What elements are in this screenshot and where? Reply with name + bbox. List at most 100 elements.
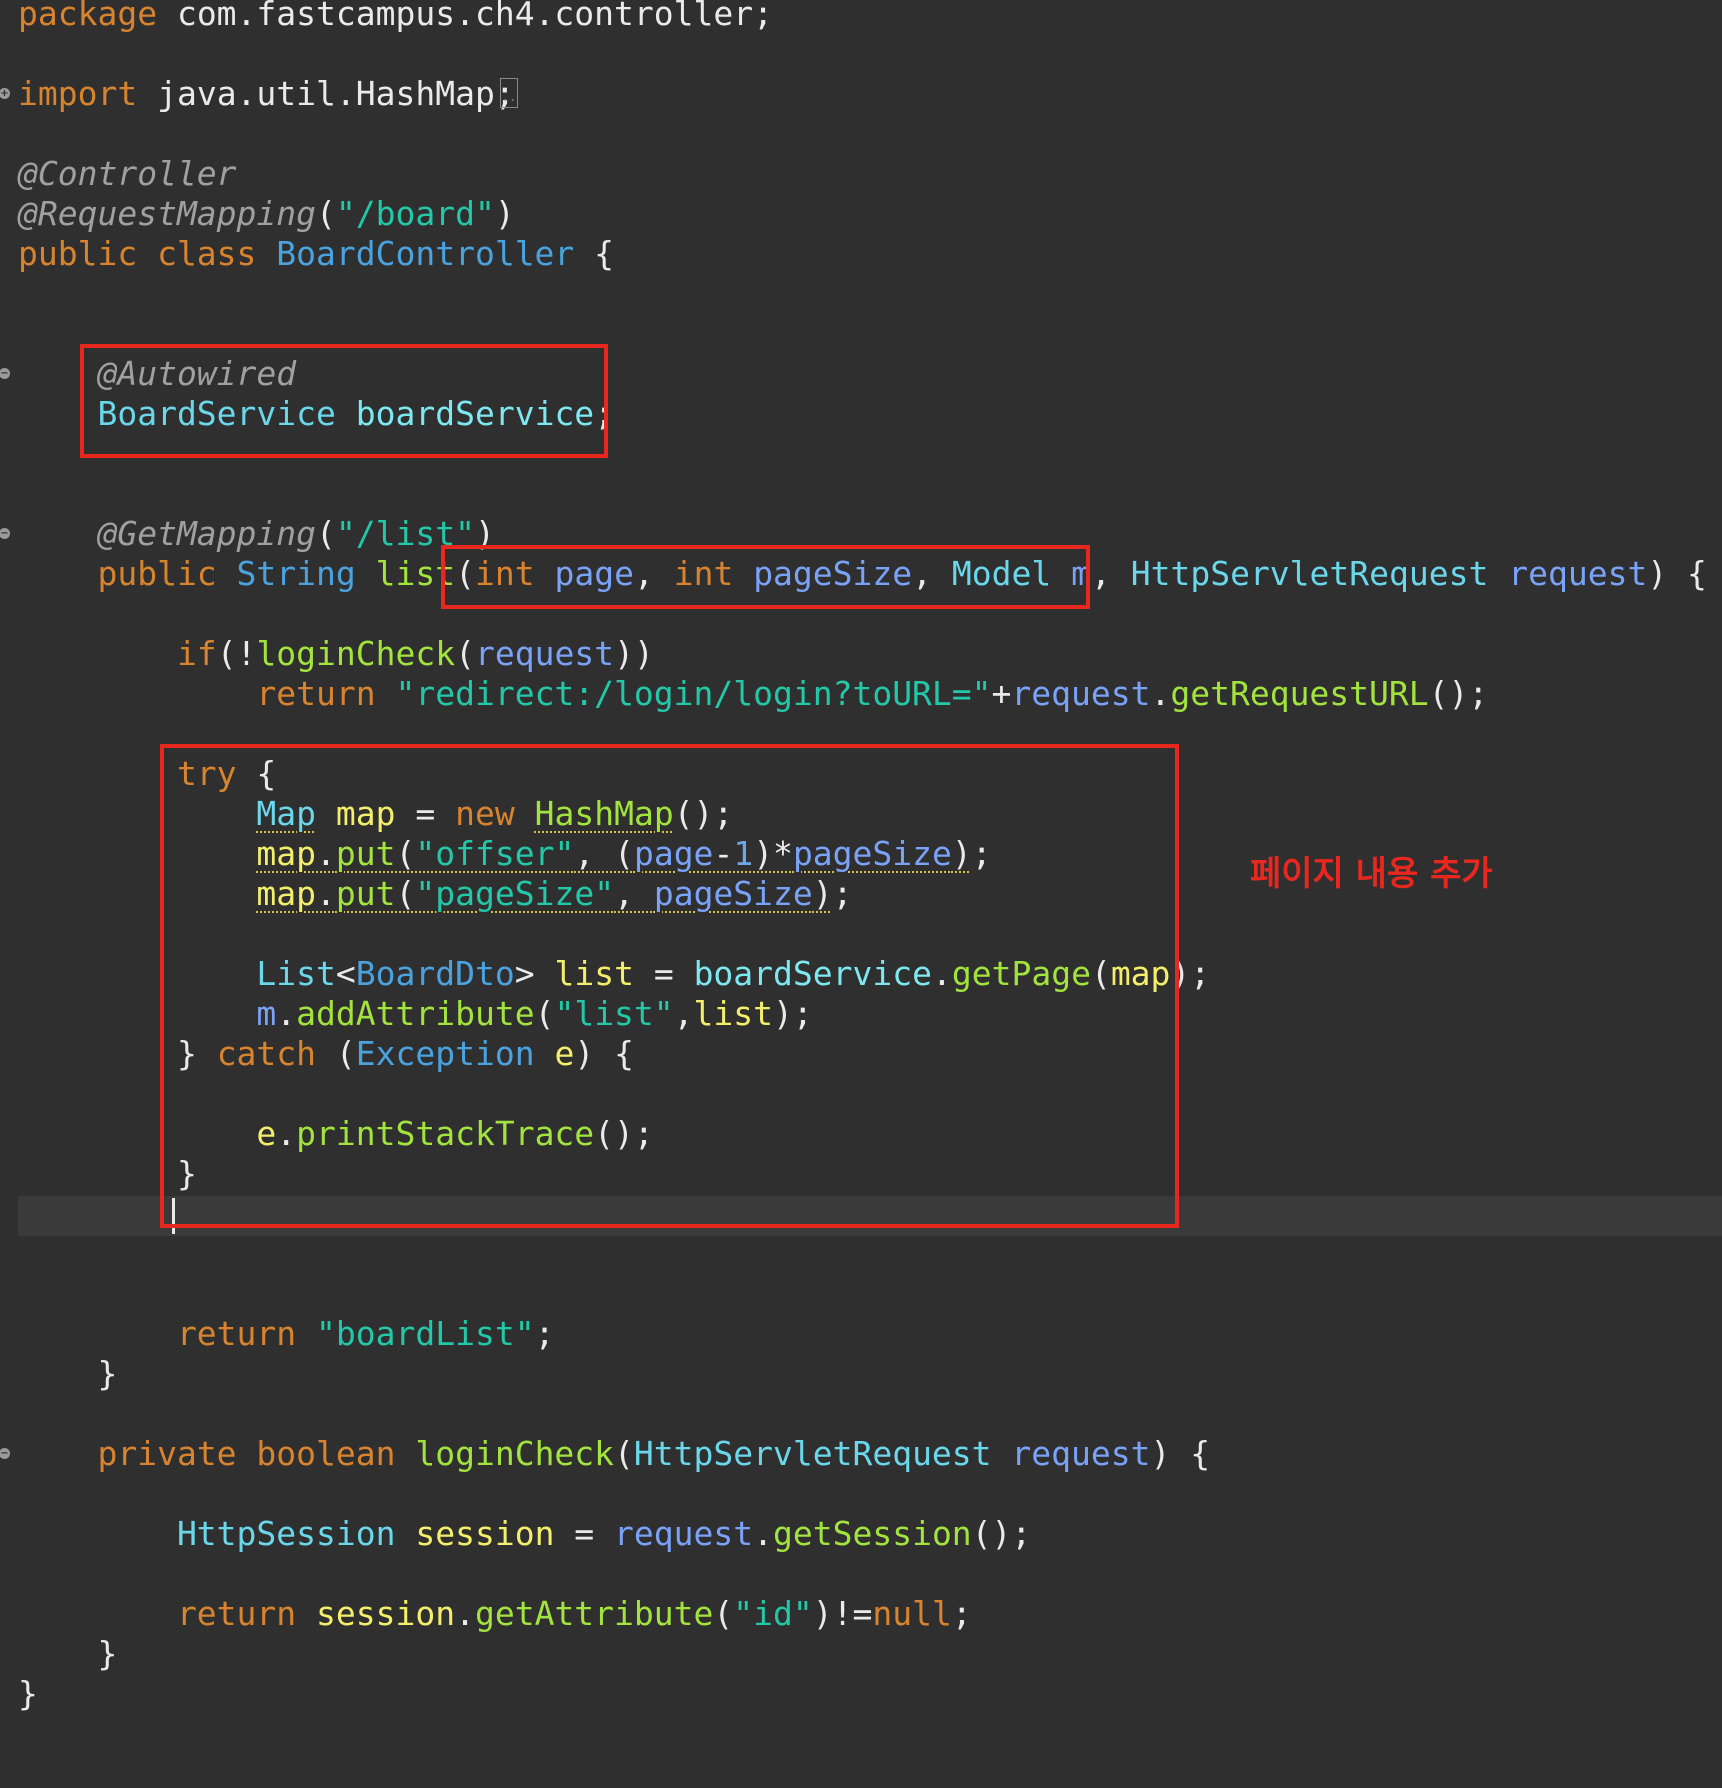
code-token: pageSize: [753, 554, 913, 593]
code-token: @RequestMapping: [18, 194, 317, 233]
code-line: }: [18, 1634, 117, 1674]
code-token: boardService: [355, 394, 595, 433]
code-token: if: [18, 634, 217, 673]
code-token: m: [18, 994, 277, 1033]
code-line: e.printStackTrace();: [18, 1114, 654, 1154]
code-token: ;: [594, 394, 615, 433]
code-token: Exception: [355, 1034, 555, 1073]
code-token: "list": [554, 994, 674, 1033]
code-token: }: [18, 1034, 217, 1073]
code-token: {: [574, 234, 615, 273]
code-token: (: [455, 554, 475, 593]
code-token: (: [614, 1434, 634, 1473]
code-token: (: [455, 634, 475, 673]
code-token: pageSize: [653, 874, 813, 913]
code-token: page: [554, 554, 634, 593]
code-line: import java.util.HashMap;: [18, 74, 515, 114]
code-token: "/board": [335, 194, 495, 233]
code-token: page: [633, 834, 714, 873]
fold-expand-icon[interactable]: +: [0, 88, 10, 99]
code-token: return: [18, 1594, 317, 1633]
code-token: );: [773, 994, 813, 1033]
code-line: @Controller: [18, 154, 237, 194]
code-token: ): [494, 194, 515, 233]
code-token: "redirect:/login/login?toURL=": [395, 674, 992, 713]
code-token: .: [316, 874, 336, 913]
collapsed-imports-icon[interactable]: ..: [500, 78, 518, 108]
code-token: package: [18, 0, 158, 33]
code-token: .: [753, 1514, 773, 1553]
code-line: List<BoardDto> list = boardService.getPa…: [18, 954, 1210, 994]
code-token: HashMap: [534, 794, 674, 833]
code-token: List: [18, 954, 336, 993]
fold-collapse-icon[interactable]: −: [0, 1448, 10, 1459]
code-line: map.put("pageSize", pageSize);: [18, 874, 852, 914]
code-token: printStackTrace: [296, 1114, 595, 1153]
code-token: ,: [673, 994, 694, 1033]
code-token: request: [1011, 674, 1151, 713]
code-token: ();: [594, 1114, 654, 1153]
fold-collapse-icon[interactable]: −: [0, 528, 10, 539]
code-token: ();: [673, 794, 734, 833]
code-token: "offser": [415, 834, 575, 873]
code-token: (: [316, 194, 336, 233]
code-token: (: [395, 834, 416, 873]
code-token: put: [335, 834, 396, 873]
code-token: ): [474, 514, 495, 553]
code-token: java.util.HashMap;: [137, 74, 515, 113]
code-token: map: [335, 794, 396, 833]
code-token: public class: [18, 234, 277, 273]
code-token: list: [693, 994, 774, 1033]
code-token: .: [276, 994, 297, 1033]
code-token: ,: [1090, 554, 1131, 593]
text-cursor: [172, 1198, 175, 1234]
code-token: {: [236, 754, 277, 793]
code-token: request: [475, 634, 615, 673]
code-token: getSession: [773, 1514, 972, 1553]
code-token: request: [614, 1514, 754, 1553]
code-token: .: [276, 1114, 297, 1153]
code-token: (: [534, 994, 555, 1033]
code-token: ;: [951, 1594, 972, 1633]
code-token: .: [455, 1594, 475, 1633]
code-token: com.fastcampus.ch4.controller;: [157, 0, 773, 33]
code-token: (: [316, 514, 336, 553]
code-line: Map map = new HashMap();: [18, 794, 733, 834]
code-line: public String list(int page, int pageSiz…: [18, 554, 1706, 594]
code-token: =: [554, 1514, 615, 1553]
code-token: "/list": [335, 514, 475, 553]
code-token: ;: [534, 1314, 555, 1353]
code-token: @Controller: [18, 154, 237, 193]
code-token: (!: [216, 634, 257, 673]
code-token: );: [1170, 954, 1211, 993]
code-line: if(!loginCheck(request)): [18, 634, 654, 674]
code-token: (: [395, 874, 416, 913]
code-token: ) {: [1150, 1434, 1211, 1473]
code-token: )*: [753, 834, 793, 873]
code-token: catch: [216, 1034, 317, 1073]
code-editor[interactable]: package com.fastcampus.ch4.controller; i…: [0, 0, 1722, 1788]
code-token: getPage: [951, 954, 1091, 993]
code-token: }: [18, 1154, 197, 1193]
code-token: ,: [614, 874, 654, 913]
code-token: return: [18, 1314, 317, 1353]
code-token: private boolean: [18, 1434, 416, 1473]
code-token: +: [991, 674, 1012, 713]
code-token: ;: [971, 834, 992, 873]
annotation-note: 페이지 내용 추가: [1250, 854, 1493, 894]
fold-collapse-icon[interactable]: −: [0, 368, 10, 379]
code-token: session: [415, 1514, 555, 1553]
code-line: return session.getAttribute("id")!=null;: [18, 1594, 972, 1634]
code-token: )): [614, 634, 654, 673]
code-token: map: [256, 834, 317, 873]
code-token: .: [316, 834, 336, 873]
code-token: (: [1090, 954, 1111, 993]
code-token: HttpServletRequest: [1130, 554, 1509, 593]
code-token: "id": [733, 1594, 813, 1633]
code-token: put: [335, 874, 396, 913]
code-line: BoardService boardService;: [18, 394, 614, 434]
code-line: }: [18, 1674, 38, 1714]
code-token: HttpServletRequest: [633, 1434, 1012, 1473]
